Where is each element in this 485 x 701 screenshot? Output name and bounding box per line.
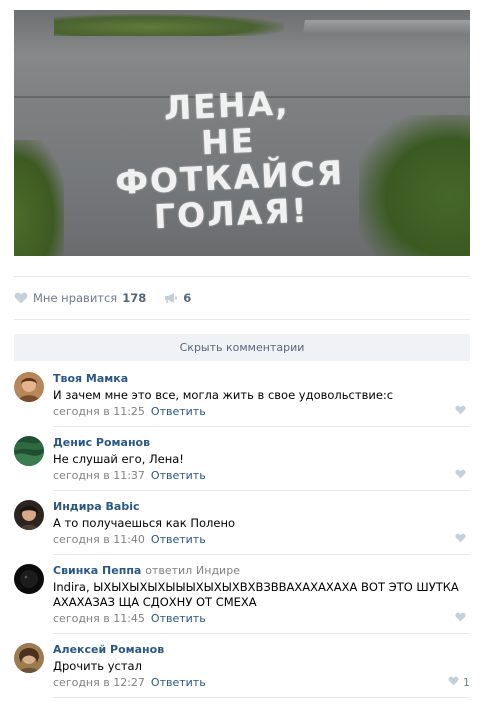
comment-text: А то получаешься как Полено (53, 516, 235, 530)
reply-to-label: ответил (145, 564, 193, 577)
heart-icon (455, 533, 466, 546)
like-count: 178 (122, 291, 147, 305)
comment-author[interactable]: Индира Babic (53, 500, 463, 514)
reply-button[interactable]: Ответить (151, 533, 206, 546)
reply-to-name[interactable]: Индире (196, 564, 240, 577)
photo-graffiti-text: ЛЕНА, НЕ ФОТКАЙСЯ ГОЛАЯ! (61, 81, 397, 239)
reply-button[interactable]: Ответить (151, 676, 206, 689)
photo-curb (303, 20, 470, 34)
heart-icon (14, 292, 28, 304)
comment-separator (53, 490, 470, 491)
post-divider-bottom (14, 319, 470, 320)
reply-button[interactable]: Ответить (151, 469, 206, 482)
comment-time[interactable]: сегодня в 11:25 (53, 405, 145, 418)
comment-text: И зачем мне это все, могла жить в свое у… (53, 388, 394, 402)
like-button[interactable]: Мне нравится 178 (14, 291, 146, 305)
comment-item: Денис Романов Не слушай его, Лена! сегод… (14, 436, 470, 486)
heart-icon (455, 405, 466, 418)
avatar[interactable] (14, 436, 44, 466)
heart-icon (455, 469, 466, 482)
post-divider-top (14, 276, 470, 277)
comment-like-button[interactable]: 1 (448, 676, 470, 689)
avatar[interactable] (14, 372, 44, 402)
hide-comments-button[interactable]: Скрыть комментарии (14, 334, 470, 361)
comment-like-button[interactable] (455, 469, 470, 482)
comment-text: Indira, ЫХЫХЫХЫХЫЫЫХЫХЫХВХВЗВВАХАХАХАХА … (53, 580, 459, 609)
reply-button[interactable]: Ответить (151, 405, 206, 418)
comment-separator (53, 697, 470, 698)
comment-time[interactable]: сегодня в 11:45 (53, 612, 145, 625)
comment-like-count: 1 (463, 676, 470, 689)
comment-author[interactable]: Алексей Романов (53, 643, 463, 657)
comment-item: Свинка Пеппа ответил Индире Indira, ЫХЫХ… (14, 564, 470, 630)
avatar[interactable] (14, 643, 44, 673)
megaphone-icon (164, 292, 178, 304)
heart-icon (448, 676, 459, 689)
photo-grass-top (54, 14, 284, 36)
comment-item: Твоя Мамка И зачем мне это все, могла жи… (14, 372, 470, 422)
avatar[interactable] (14, 500, 44, 530)
post-photo[interactable]: ЛЕНА, НЕ ФОТКАЙСЯ ГОЛАЯ! (14, 10, 470, 256)
share-button[interactable]: 6 (164, 291, 191, 305)
comment-text: Не слушай его, Лена! (53, 452, 184, 466)
comment-item: Алексей Романов Дрочить устал сегодня в … (14, 643, 470, 693)
reply-button[interactable]: Ответить (151, 612, 206, 625)
avatar[interactable] (14, 564, 44, 594)
comment-like-button[interactable] (455, 405, 470, 418)
photo-grass-left (14, 140, 64, 256)
like-label: Мне нравится (33, 291, 118, 305)
post-actions: Мне нравится 178 6 (14, 290, 191, 306)
comment-item: Индира Babic А то получаешься как Полено… (14, 500, 470, 550)
comment-separator (53, 426, 470, 427)
comment-like-button[interactable] (455, 612, 470, 625)
comment-author[interactable]: Свинка Пеппа (53, 564, 141, 577)
comment-like-button[interactable] (455, 533, 470, 546)
share-count: 6 (183, 291, 192, 305)
comment-time[interactable]: сегодня в 12:27 (53, 676, 145, 689)
comment-author[interactable]: Твоя Мамка (53, 372, 463, 386)
comment-author[interactable]: Денис Романов (53, 436, 463, 450)
comment-separator (53, 633, 470, 634)
heart-icon (455, 612, 466, 625)
comment-time[interactable]: сегодня в 11:37 (53, 469, 145, 482)
comment-text: Дрочить устал (53, 659, 142, 673)
comment-time[interactable]: сегодня в 11:40 (53, 533, 145, 546)
comment-separator (53, 554, 470, 555)
